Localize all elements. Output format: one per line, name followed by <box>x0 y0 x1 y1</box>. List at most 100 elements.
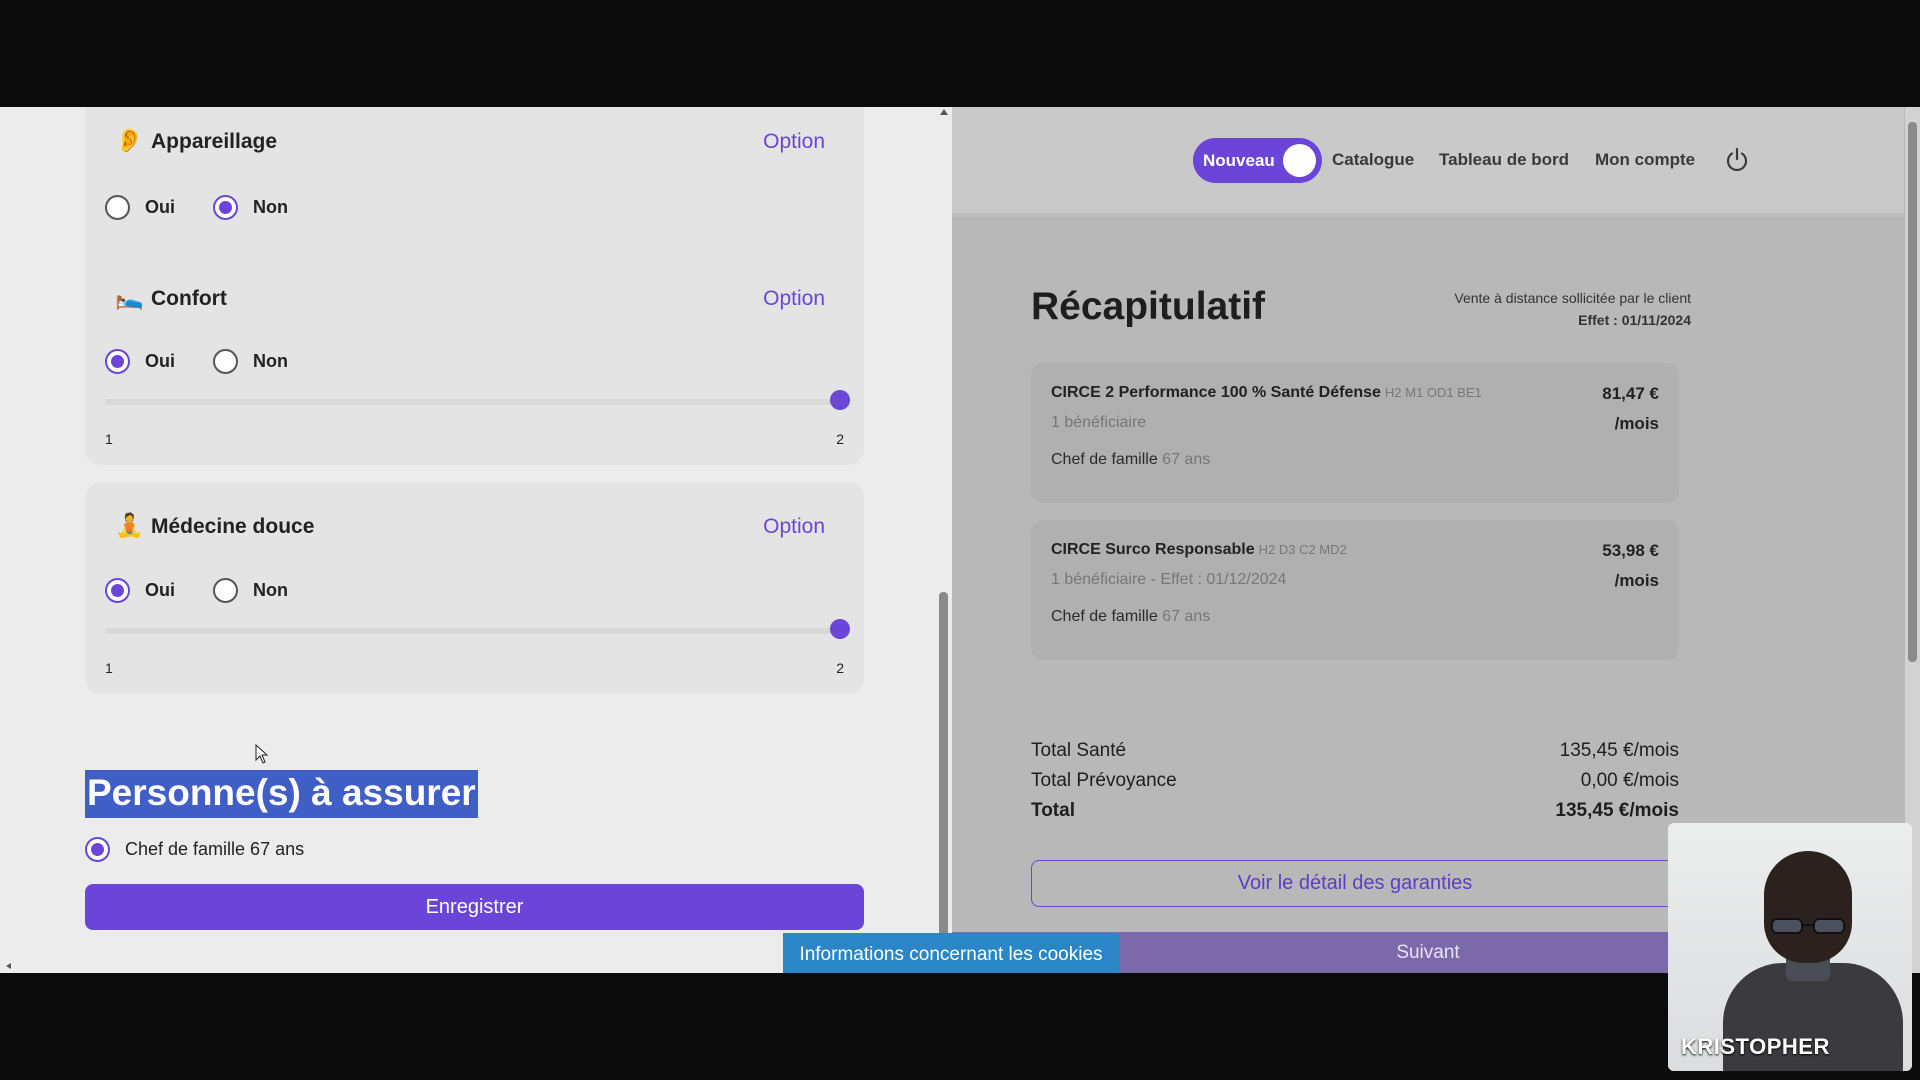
glasses-icon <box>1771 918 1845 934</box>
radio-button[interactable] <box>105 349 130 374</box>
total-value: 0,00 €/mois <box>1580 770 1679 791</box>
power-icon[interactable] <box>1724 147 1750 173</box>
radio-oui[interactable]: Oui <box>105 578 175 603</box>
radio-label: Non <box>253 197 288 217</box>
radio-label: Non <box>253 351 288 371</box>
radio-label: Oui <box>145 580 175 600</box>
scrollbar-thumb[interactable] <box>939 592 948 973</box>
sale-mode-text: Vente à distance sollicitée par le clien… <box>1454 290 1691 306</box>
slider-track <box>105 628 840 634</box>
plan-beneficiary: Chef de famille 67 ans <box>1051 608 1210 626</box>
radio-button[interactable] <box>105 578 130 603</box>
total-prevoyance-row: Total Prévoyance 0,00 €/mois <box>1031 770 1679 792</box>
plan-codes: H2 M1 OD1 BE1 <box>1384 385 1482 400</box>
plan-price: 53,98 € <box>1602 541 1659 560</box>
plan-card: CIRCE Surco Responsable H2 D3 C2 MD2 1 bé… <box>1031 520 1679 660</box>
radio-group: Oui Non <box>105 578 326 603</box>
total-value: 135,45 €/mois <box>1555 800 1679 821</box>
radio-label: Non <box>253 580 288 600</box>
person-label: Chef de famille 67 ans <box>125 839 305 859</box>
slider-max-label: 2 <box>836 431 844 447</box>
total-label: Total Santé <box>1031 740 1127 761</box>
scrollbar-thumb[interactable] <box>1908 122 1917 662</box>
effect-date-text: Effet : 01/11/2024 <box>1578 312 1691 328</box>
scroll-up-arrow-icon[interactable] <box>940 109 948 115</box>
toggle-knob <box>1283 144 1316 177</box>
level-slider[interactable] <box>105 390 850 410</box>
plan-codes: H2 D3 C2 MD2 <box>1258 542 1347 557</box>
nouveau-toggle[interactable]: Nouveau <box>1193 138 1322 183</box>
radio-non[interactable]: Non <box>213 578 288 603</box>
toggle-label: Nouveau <box>1203 150 1275 170</box>
participant-name: KRISTOPHER <box>1681 1034 1830 1059</box>
option-card-confort: 🛌 Confort Option Oui Non 1 2 <box>85 253 864 465</box>
left-vertical-scrollbar[interactable] <box>937 107 951 973</box>
grand-total-row: Total 135,45 €/mois <box>1031 800 1679 822</box>
option-card-medecine-douce: 🧘 Médecine douce Option Oui Non 1 2 <box>85 482 864 694</box>
nav-link-tableau-de-bord[interactable]: Tableau de bord <box>1439 150 1569 170</box>
option-link[interactable]: Option <box>763 515 825 539</box>
total-value: 135,45 €/mois <box>1559 740 1679 761</box>
participant-head <box>1764 851 1852 963</box>
slider-track <box>105 399 840 405</box>
mouse-cursor-icon <box>255 744 269 764</box>
plan-period: /mois <box>1614 414 1659 433</box>
radio-non[interactable]: Non <box>213 349 288 374</box>
video-call-tile: KRISTOPHER <box>1668 823 1912 1071</box>
radio-button[interactable] <box>213 349 238 374</box>
plan-beneficiary-count: 1 bénéficiaire <box>1051 414 1147 431</box>
radio-group: Oui Non <box>105 349 326 374</box>
top-navigation: Nouveau Catalogue Tableau de bord Mon co… <box>952 107 1904 217</box>
plan-beneficiary: Chef de famille 67 ans <box>1051 451 1210 469</box>
meditation-icon: 🧘 <box>115 512 144 538</box>
card-title: Confort <box>151 287 227 310</box>
ear-icon: 👂 <box>115 127 144 153</box>
cookie-info-button[interactable]: Informations concernant les cookies <box>783 933 1119 973</box>
browser-content: 👂 Appareillage Option Oui Non 🛌 Confort … <box>0 107 1920 973</box>
screen: 👂 Appareillage Option Oui Non 🛌 Confort … <box>0 0 1920 1080</box>
radio-button[interactable] <box>213 578 238 603</box>
radio-oui[interactable]: Oui <box>105 349 175 374</box>
radio-non[interactable]: Non <box>213 195 288 220</box>
total-sante-row: Total Santé 135,45 €/mois <box>1031 740 1679 762</box>
view-guarantees-button[interactable]: Voir le détail des garanties <box>1031 860 1679 907</box>
plan-price: 81,47 € <box>1602 384 1659 403</box>
save-button[interactable]: Enregistrer <box>85 884 864 930</box>
beneficiary-role: Chef de famille <box>1051 451 1158 468</box>
beneficiary-age: 67 ans <box>1162 451 1211 468</box>
total-label: Total Prévoyance <box>1031 770 1177 791</box>
plan-title: CIRCE 2 Performance 100 % Santé Défense <box>1051 384 1381 401</box>
plan-beneficiary-count: 1 bénéficiaire - Effet : 01/12/2024 <box>1051 571 1287 588</box>
beneficiary-age: 67 ans <box>1162 608 1211 625</box>
plan-name: CIRCE Surco Responsable H2 D3 C2 MD2 <box>1051 541 1347 559</box>
slider-min-label: 1 <box>105 431 113 447</box>
slider-max-label: 2 <box>836 660 844 676</box>
recap-subtitle: Vente à distance sollicitée par le clien… <box>1454 287 1691 331</box>
radio-group: Oui Non <box>105 195 326 220</box>
slider-thumb[interactable] <box>830 619 850 639</box>
level-slider[interactable] <box>105 619 850 639</box>
option-link[interactable]: Option <box>763 287 825 311</box>
option-link[interactable]: Option <box>763 130 825 154</box>
plan-name: CIRCE 2 Performance 100 % Santé Défense H… <box>1051 384 1482 402</box>
radio-label: Oui <box>145 351 175 371</box>
radio-button[interactable] <box>105 195 130 220</box>
person-option[interactable]: Chef de famille 67 ans <box>85 837 304 862</box>
scroll-left-arrow-icon[interactable] <box>6 963 11 969</box>
total-label: Total <box>1031 800 1075 821</box>
nav-link-mon-compte[interactable]: Mon compte <box>1595 150 1695 170</box>
slider-min-label: 1 <box>105 660 113 676</box>
radio-label: Oui <box>145 197 175 217</box>
bed-icon: 🛌 <box>115 284 144 310</box>
options-form-pane: 👂 Appareillage Option Oui Non 🛌 Confort … <box>0 107 952 973</box>
card-title: Appareillage <box>151 130 278 153</box>
plan-card: CIRCE 2 Performance 100 % Santé Défense H… <box>1031 363 1679 503</box>
radio-oui[interactable]: Oui <box>105 195 175 220</box>
radio-button[interactable] <box>85 837 110 862</box>
nav-link-catalogue[interactable]: Catalogue <box>1332 150 1414 170</box>
radio-button[interactable] <box>213 195 238 220</box>
beneficiary-role: Chef de famille <box>1051 608 1158 625</box>
section-title-persons: Personne(s) à assurer <box>85 770 478 818</box>
slider-thumb[interactable] <box>830 390 850 410</box>
page-title: Récapitulatif <box>1031 285 1266 328</box>
